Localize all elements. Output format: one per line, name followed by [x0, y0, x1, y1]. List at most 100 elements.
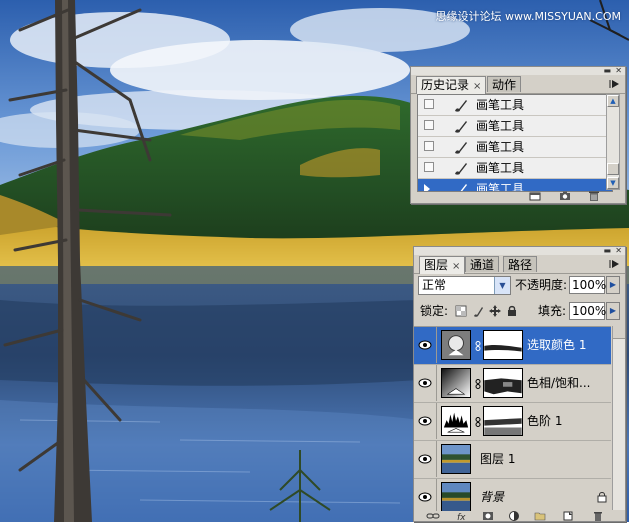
tab-label: 路径 — [508, 258, 533, 272]
history-item[interactable]: 画笔工具 — [418, 95, 612, 116]
tab-history[interactable]: 历史记录 × — [416, 76, 487, 94]
tab-label: 通道 — [470, 258, 495, 272]
mask-link-icon[interactable] — [475, 341, 481, 351]
svg-text:fx: fx — [457, 513, 466, 521]
photo-layer-thumbnail[interactable] — [441, 444, 471, 474]
layer-row[interactable]: 色阶 1 — [414, 403, 611, 441]
photo-layer-thumbnail[interactable] — [441, 482, 471, 511]
history-item-label: 画笔工具 — [476, 140, 525, 154]
brush-icon — [455, 121, 467, 133]
history-source-checkbox[interactable] — [424, 99, 434, 109]
panel-menu-arrow-icon[interactable] — [609, 258, 621, 270]
tab-close-icon[interactable]: × — [473, 81, 481, 92]
layer-row-selected[interactable]: 选取颜色 1 — [414, 327, 611, 365]
lock-position-move-icon[interactable] — [489, 305, 501, 317]
lock-label: 锁定: — [420, 304, 449, 318]
brush-icon — [455, 100, 467, 112]
visibility-toggle[interactable] — [414, 327, 437, 363]
watermark-text: 思缘设计论坛 www.MISSYUAN.COM — [435, 10, 621, 23]
eye-icon — [418, 416, 432, 426]
trash-icon[interactable] — [592, 511, 604, 521]
tab-label: 图层 — [424, 258, 449, 272]
history-item[interactable]: 画笔工具 — [418, 137, 612, 158]
minimize-icon[interactable]: ▬ — [603, 67, 611, 75]
visibility-toggle[interactable] — [414, 365, 437, 401]
link-layers-icon[interactable] — [426, 511, 440, 521]
lock-transparency-icon[interactable] — [455, 305, 467, 317]
eye-icon — [418, 378, 432, 388]
history-footer — [411, 189, 625, 203]
history-source-checkbox[interactable] — [424, 120, 434, 130]
history-list: 画笔工具 画笔工具 画笔工具 画笔工具 画笔工具 — [417, 94, 613, 192]
adjustment-layer-icon[interactable] — [508, 511, 520, 521]
chevron-down-icon[interactable]: ▼ — [494, 277, 510, 294]
history-source-checkbox[interactable] — [424, 141, 434, 151]
lock-image-brush-icon[interactable] — [472, 305, 484, 317]
layers-scrollbar[interactable] — [612, 326, 625, 510]
brush-icon — [455, 163, 467, 175]
fill-input[interactable]: 100% — [569, 302, 606, 320]
new-group-icon[interactable] — [534, 511, 546, 521]
fill-slider-arrow-icon[interactable]: ▶ — [606, 302, 620, 320]
trash-icon[interactable] — [588, 190, 600, 202]
scroll-down-icon[interactable]: ▼ — [607, 177, 619, 189]
scroll-up-icon[interactable]: ▲ — [607, 95, 619, 107]
panel-titlebar[interactable]: ▬ ✕ — [411, 67, 625, 75]
tab-close-icon[interactable]: × — [452, 261, 460, 272]
history-item[interactable]: 画笔工具 — [418, 116, 612, 137]
opacity-input[interactable]: 100% — [569, 276, 606, 294]
blend-mode-select[interactable]: 正常 ▼ — [418, 276, 511, 295]
history-panel: ▬ ✕ 历史记录 × 动作 画笔工具 画笔工具 画笔工具 画笔工具 画笔工具 ▲… — [410, 66, 626, 204]
layer-row[interactable]: 色相/饱和... — [414, 365, 611, 403]
layer-row[interactable]: 图层 1 — [414, 441, 611, 479]
tab-label: 动作 — [492, 78, 517, 92]
panel-menu-arrow-icon[interactable] — [609, 78, 621, 90]
tab-layers[interactable]: 图层 × — [419, 256, 466, 274]
new-document-icon[interactable] — [529, 190, 541, 202]
visibility-toggle[interactable] — [414, 403, 437, 439]
mask-link-icon[interactable] — [475, 417, 481, 427]
tab-paths[interactable]: 路径 — [503, 256, 538, 272]
layer-mask-thumbnail[interactable] — [483, 406, 523, 436]
close-icon[interactable]: ✕ — [615, 247, 622, 255]
panel-titlebar[interactable]: ▬ ✕ — [414, 247, 625, 255]
history-item-label: 画笔工具 — [476, 161, 525, 175]
layer-name[interactable]: 背景 — [480, 489, 504, 505]
layer-name[interactable]: 色相/饱和... — [527, 375, 591, 391]
history-scrollbar[interactable]: ▲ ▼ — [606, 94, 620, 190]
layer-name[interactable]: 选取颜色 1 — [527, 337, 586, 353]
lock-options-row: 锁定: 填充: 100% ▶ — [418, 302, 623, 322]
minimize-icon[interactable]: ▬ — [603, 247, 611, 255]
add-mask-icon[interactable] — [482, 511, 494, 521]
layer-mask-thumbnail[interactable] — [483, 330, 523, 360]
tab-actions[interactable]: 动作 — [487, 76, 522, 92]
opacity-slider-arrow-icon[interactable]: ▶ — [606, 276, 620, 294]
levels-histogram-icon[interactable] — [441, 406, 471, 436]
fill-label: 填充: — [538, 304, 567, 318]
tab-label: 历史记录 — [421, 78, 470, 92]
eye-icon — [418, 340, 432, 350]
layer-name[interactable]: 色阶 1 — [527, 413, 562, 429]
visibility-toggle[interactable] — [414, 441, 437, 477]
selective-color-adjustment-icon[interactable] — [441, 330, 471, 360]
layers-panel: ▬ ✕ 图层 × 通道 路径 正常 ▼ 不透明度: 100% ▶ 锁定: 填充: … — [413, 246, 626, 522]
opacity-label: 不透明度: — [515, 278, 568, 292]
tab-channels[interactable]: 通道 — [465, 256, 500, 272]
blend-options-row: 正常 ▼ 不透明度: 100% ▶ — [418, 276, 623, 296]
scroll-thumb[interactable] — [607, 163, 619, 175]
eye-icon — [418, 492, 432, 502]
snapshot-camera-icon[interactable] — [559, 190, 571, 202]
mask-link-icon[interactable] — [475, 379, 481, 389]
lock-all-icon[interactable] — [506, 305, 518, 317]
visibility-toggle[interactable] — [414, 479, 437, 511]
history-source-checkbox[interactable] — [424, 162, 434, 172]
new-layer-icon[interactable] — [562, 511, 574, 521]
history-tabbar: 历史记录 × 动作 — [411, 75, 625, 94]
close-icon[interactable]: ✕ — [615, 67, 622, 75]
history-item[interactable]: 画笔工具 — [418, 158, 612, 179]
layer-name[interactable]: 图层 1 — [480, 451, 515, 467]
hue-saturation-adjustment-icon[interactable] — [441, 368, 471, 398]
layer-mask-thumbnail[interactable] — [483, 368, 523, 398]
layer-row[interactable]: 背景 — [414, 479, 611, 511]
fx-icon[interactable]: fx — [456, 511, 470, 521]
